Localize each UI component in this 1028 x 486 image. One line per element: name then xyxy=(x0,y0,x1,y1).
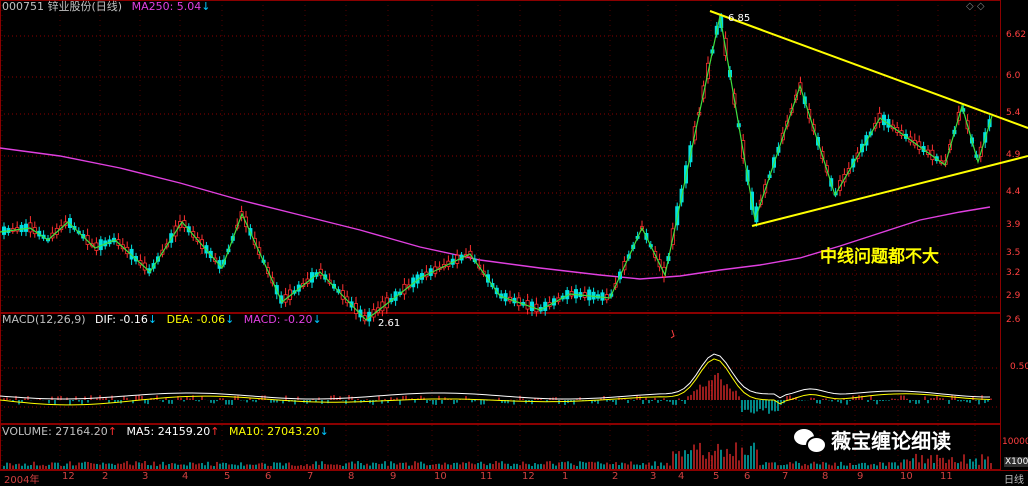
date-tick: 2 xyxy=(612,471,619,482)
watermark: 薇宝缠论细读 xyxy=(792,425,951,454)
candle-body xyxy=(574,289,579,299)
low-price-label: 2.61 xyxy=(378,318,401,329)
price-tick: 3.9 xyxy=(1006,220,1021,230)
event-marker xyxy=(670,329,675,339)
price-tick: 3.2 xyxy=(1006,268,1021,278)
annotation-text: 中线问题都不大 xyxy=(820,247,939,267)
dea-line xyxy=(0,358,991,406)
candle-body xyxy=(587,289,592,301)
date-tick: 4 xyxy=(182,471,189,482)
macd-panel-header: MACD(12,26,9) DIF: -0.16↓ DEA: -0.06↓ MA… xyxy=(2,313,328,327)
price-tick: 4.4 xyxy=(1006,187,1021,197)
date-tick: 4 xyxy=(678,471,685,482)
upper-trendline xyxy=(709,10,1028,129)
ma250-label: MA250: 5.04↓ xyxy=(131,0,211,13)
ma10-label: MA10: 27043.20↓ xyxy=(228,425,329,438)
watermark-text: 薇宝缠论细读 xyxy=(831,429,952,453)
date-tick: 7 xyxy=(307,471,314,482)
main-panel-header: 000751 锌业股份(日线) MA250: 5.04↓ xyxy=(2,0,217,14)
date-tick: 10 xyxy=(900,471,913,482)
macd-indicator xyxy=(0,353,992,414)
panel-toggle-icons[interactable]: ◇ ◇ xyxy=(966,1,985,12)
volume-panel-header: VOLUME: 27164.20↑ MA5: 24159.20↑ MA10: 2… xyxy=(2,425,335,439)
date-tick: 6 xyxy=(744,471,751,482)
price-tick: 6.0 xyxy=(1006,71,1021,81)
macd-axis-label: 0.50 xyxy=(1010,362,1028,372)
date-tick: 9 xyxy=(857,471,864,482)
date-tick: 11 xyxy=(940,471,953,482)
dif-line xyxy=(0,353,991,400)
price-tick: 6.62 xyxy=(1006,30,1027,40)
price-tick: 2.9 xyxy=(1006,291,1021,301)
date-tick: 9 xyxy=(390,471,397,482)
ma5-label: MA5: 24159.20↑ xyxy=(126,425,220,438)
price-tick: 2.6 xyxy=(1006,315,1021,325)
lower-trendline xyxy=(751,155,1028,227)
date-tick: 8 xyxy=(822,471,829,482)
macd-name: MACD(12,26,9) xyxy=(2,313,86,326)
volume-unit-label: X100 xyxy=(1004,457,1028,467)
date-tick: 12 xyxy=(522,471,535,482)
date-tick: 3 xyxy=(650,471,657,482)
price-tick: 5.4 xyxy=(1006,108,1021,118)
date-tick: 7 xyxy=(782,471,789,482)
price-tick: 3.5 xyxy=(1006,248,1021,258)
volume-axis-label: 10000 xyxy=(1002,437,1028,447)
date-tick: 5 xyxy=(224,471,231,482)
date-tick: 1 xyxy=(562,471,569,482)
date-tick: 6 xyxy=(265,471,272,482)
date-tick: 11 xyxy=(480,471,493,482)
date-tick: 8 xyxy=(348,471,355,482)
date-tick: 5 xyxy=(713,471,720,482)
date-tick: 2 xyxy=(102,471,109,482)
stock-title: 000751 锌业股份(日线) xyxy=(2,0,123,13)
candle-body xyxy=(28,222,33,233)
candle-body xyxy=(2,226,7,235)
high-price-label: 6.85 xyxy=(728,13,751,24)
dif-label: DIF: -0.16↓ xyxy=(95,313,158,326)
candle-body xyxy=(600,292,605,301)
triangle-trendlines xyxy=(670,10,1028,339)
dea-label: DEA: -0.06↓ xyxy=(166,313,235,326)
macd-value-label: MACD: -0.20↓ xyxy=(243,313,322,326)
price-tick: 4.9 xyxy=(1006,150,1021,160)
volume-label: VOLUME: 27164.20↑ xyxy=(2,425,117,438)
date-tick: 12 xyxy=(62,471,75,482)
date-tick: 10 xyxy=(434,471,447,482)
date-tick: 3 xyxy=(142,471,149,482)
wechat-icon xyxy=(792,427,827,454)
